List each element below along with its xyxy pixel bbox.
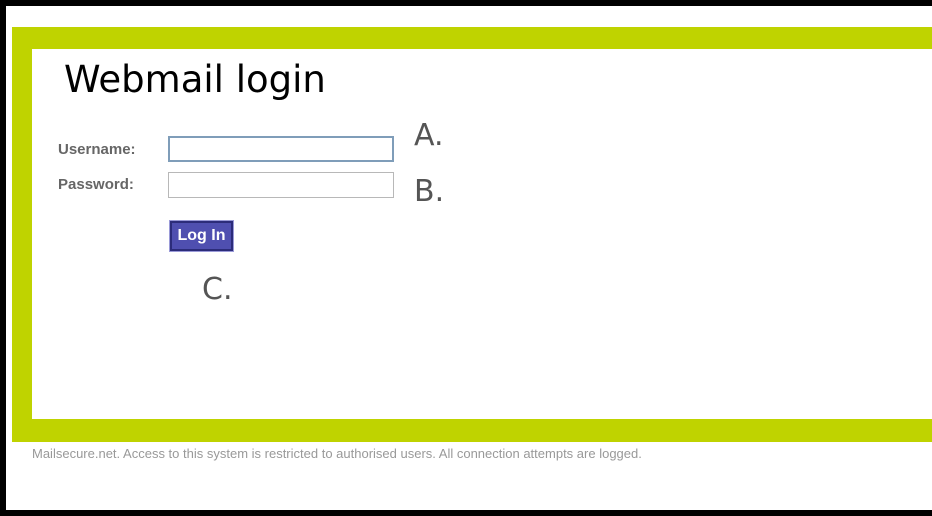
username-label: Username: [58, 141, 136, 158]
annotation-a: A. [414, 118, 444, 153]
login-panel [32, 49, 932, 419]
password-input[interactable] [168, 172, 394, 198]
annotation-c: C. [202, 272, 233, 307]
footer-notice: Mailsecure.net. Access to this system is… [32, 446, 642, 461]
annotation-b: B. [414, 174, 445, 209]
login-button[interactable]: Log In [169, 220, 234, 252]
page-title: Webmail login [64, 58, 326, 101]
username-input[interactable] [168, 136, 394, 162]
password-label: Password: [58, 176, 134, 193]
